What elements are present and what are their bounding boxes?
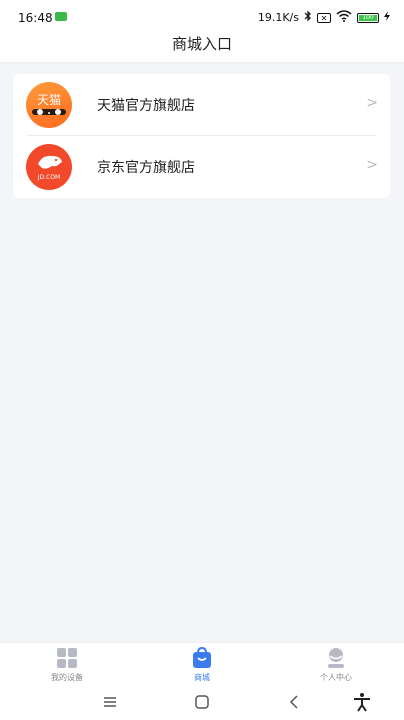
tab-label-my-devices: 我的设备 — [51, 673, 83, 682]
shop-name-jd: 京东官方旗舰店 — [97, 160, 195, 176]
tmall-logo-icon: 天猫 — [26, 82, 72, 128]
chevron-right-icon: > — [366, 157, 378, 173]
tab-label-mall: 商城 — [194, 673, 210, 682]
tab-label-profile: 个人中心 — [320, 673, 352, 682]
jd-logo-icon: JD.COM — [26, 144, 72, 190]
page-header: 商城入口 — [0, 30, 404, 62]
shop-item-tmall[interactable]: 天猫 天猫官方旗舰店 > — [13, 74, 390, 136]
bluetooth-icon — [304, 10, 312, 25]
network-speed: 19.1K/s — [257, 11, 299, 24]
tab-my-devices[interactable]: 我的设备 — [17, 645, 117, 683]
shop-name-tmall: 天猫官方旗舰店 — [97, 98, 195, 114]
user-icon — [328, 648, 344, 668]
tab-profile[interactable]: 个人中心 — [286, 645, 386, 683]
home-icon[interactable] — [190, 692, 214, 712]
menu-icon[interactable] — [98, 692, 122, 712]
tab-mall[interactable]: 商城 — [152, 645, 252, 683]
wifi-icon — [336, 10, 352, 25]
bottom-tab-bar: 我的设备 商城 个人中心 — [0, 642, 404, 685]
page-title: 商城入口 — [171, 35, 232, 53]
battery-level: 100 — [359, 14, 377, 21]
battery-icon: 100 — [357, 12, 379, 23]
message-icon — [55, 12, 67, 21]
svg-text:JD.COM: JD.COM — [37, 174, 60, 181]
svg-text:天猫: 天猫 — [37, 93, 61, 107]
shopping-bag-icon — [193, 647, 211, 668]
sim-icon: ✕ — [317, 12, 331, 23]
status-time: 16:48 — [18, 11, 53, 25]
grid-icon — [57, 648, 77, 668]
charging-icon — [384, 11, 390, 24]
status-indicators: 19.1K/s ✕ 100 — [258, 10, 390, 25]
shop-item-jd[interactable]: JD.COM 京东官方旗舰店 > — [13, 136, 390, 198]
status-bar: 16:48 19.1K/s ✕ 100 — [0, 0, 404, 30]
accessibility-icon[interactable] — [350, 692, 374, 712]
system-nav-bar — [0, 684, 404, 720]
back-icon[interactable] — [283, 692, 307, 712]
chevron-right-icon: > — [366, 95, 378, 111]
shop-list-card: 天猫 天猫官方旗舰店 > JD.COM 京东官方旗舰店 > — [13, 74, 390, 198]
